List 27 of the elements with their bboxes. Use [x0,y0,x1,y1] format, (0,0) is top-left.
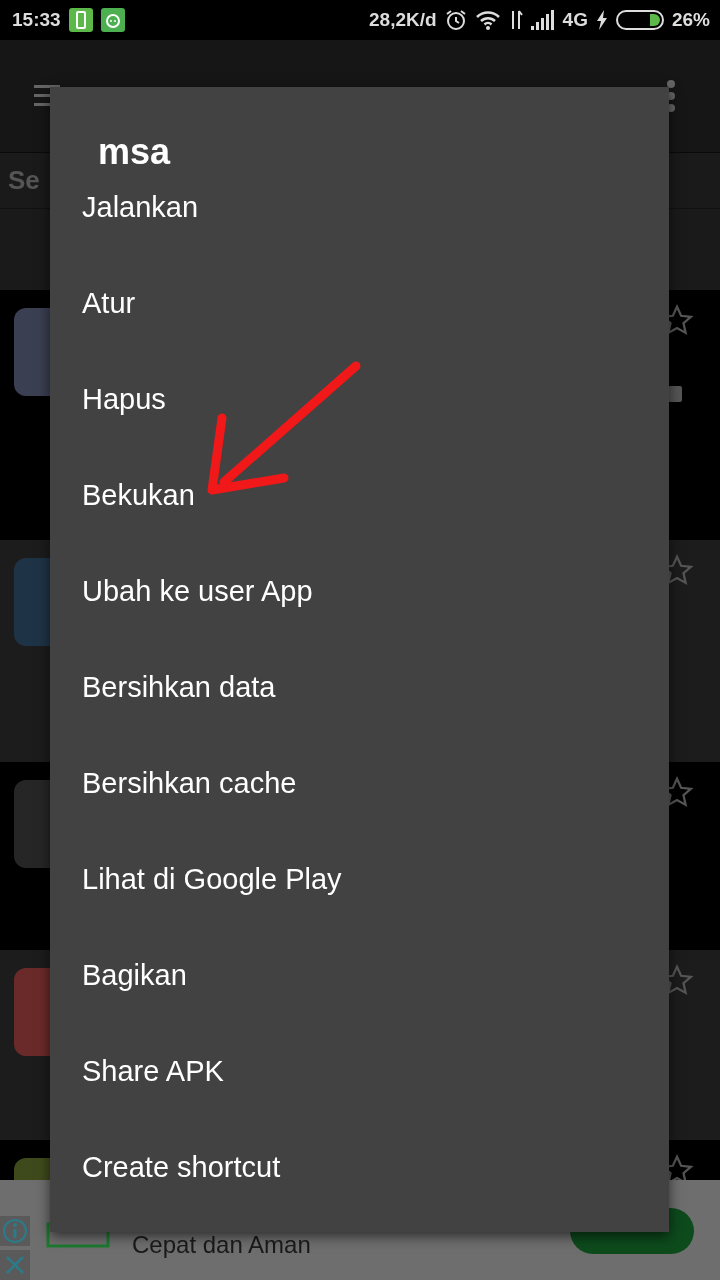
menu-item[interactable]: Bekukan [50,447,669,543]
menu-item[interactable]: Hapus [50,351,669,447]
menu-item[interactable]: Atur [50,255,669,351]
menu-item[interactable]: Lihat di Google Play [50,831,669,927]
menu-item[interactable]: Ubah ke user App [50,543,669,639]
menu-item[interactable]: Bagikan [50,927,669,1023]
charging-bolt-icon [595,9,608,30]
battery-notification-icon [68,7,93,32]
info-icon[interactable] [0,1216,30,1246]
ad-text: Cepat dan Aman [132,1231,311,1259]
menu-item[interactable]: Share APK [50,1023,669,1119]
close-icon[interactable] [0,1250,30,1280]
wifi-icon [474,9,501,30]
network-type: 4G [562,8,588,31]
section-label: Se [8,164,40,196]
menu-item[interactable]: Create shortcut [50,1119,669,1215]
menu-item[interactable]: Bersihkan cache [50,735,669,831]
data-rate: 28,2K/d [369,8,437,31]
more-options-icon[interactable] [666,78,676,113]
battery-icon [615,9,664,30]
status-time: 15:33 [12,8,61,31]
signal-icon [530,9,555,30]
menu-item[interactable]: Bersihkan data [50,639,669,735]
robot-notification-icon [100,7,125,32]
dialog-title: msa [98,131,171,173]
alarm-icon [444,8,467,31]
battery-percent: 26% [671,8,710,31]
